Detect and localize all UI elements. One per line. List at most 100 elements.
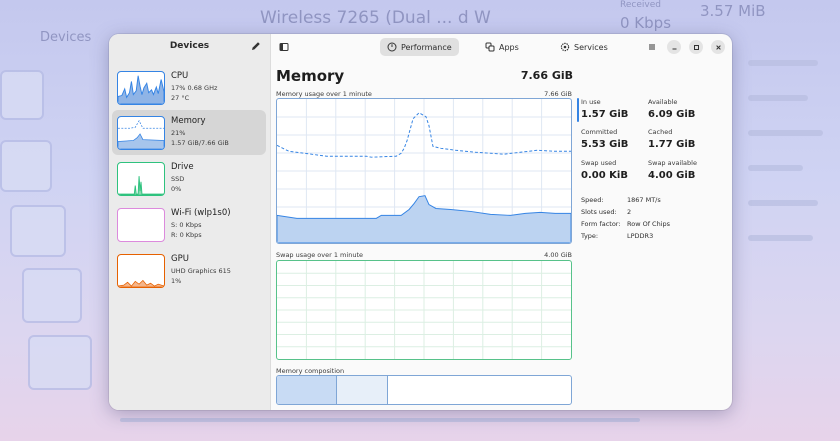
stat-swap-used: Swap used 0.00 KiB [581, 159, 649, 181]
background-line [120, 418, 640, 422]
stat-label: In use [581, 98, 601, 106]
background-line [748, 200, 818, 206]
detail-value: 1867 MT/s [627, 196, 661, 204]
memory-usage-max: 7.66 GiB [544, 90, 572, 98]
sidebar-item-memory[interactable]: Memory 21% 1.57 GiB/7.66 GiB [112, 110, 266, 155]
sidebar: Devices CPU 17% 0.68 GHz 27 °C Memory 21… [109, 34, 271, 410]
background-thumb [0, 140, 52, 192]
stat-label: Swap used [581, 159, 617, 167]
sidebar-item-name: Drive [171, 162, 194, 172]
edit-icon[interactable] [250, 40, 262, 52]
sidebar-item-detail: 17% 0.68 GHz [171, 84, 218, 92]
resources-window: Devices CPU 17% 0.68 GHz 27 °C Memory 21… [109, 34, 732, 410]
detail-value: 2 [627, 208, 632, 216]
sidebar-item-detail: 0% [171, 185, 182, 193]
sidebar-item-wifi[interactable]: Wi-Fi (wlp1s0) S: 0 Kbps R: 0 Kbps [112, 202, 266, 247]
sidebar-item-detail: UHD Graphics 615 [171, 267, 231, 275]
memory-total: 7.66 GiB [520, 69, 573, 82]
minimize-button[interactable] [667, 40, 681, 54]
cpu-thumbnail [117, 71, 165, 105]
hamburger-icon [649, 44, 655, 50]
detail-key: Type: [581, 232, 599, 240]
minimize-icon [672, 48, 676, 49]
stat-cached: Cached 1.77 GiB [648, 128, 716, 150]
swap-usage-caption: Swap usage over 1 minute [276, 251, 363, 259]
sidebar-item-name: Wi-Fi (wlp1s0) [171, 208, 231, 218]
detail-key: Speed: [581, 196, 604, 204]
main-menu-button[interactable] [643, 38, 661, 56]
sidebar-item-cpu[interactable]: CPU 17% 0.68 GHz 27 °C [112, 65, 266, 110]
stat-available: Available 6.09 GiB [648, 98, 716, 120]
composition-used [277, 376, 337, 404]
background-line [748, 60, 818, 66]
sidebar-item-detail: SSD [171, 175, 185, 183]
background-devices-label: Devices [40, 30, 92, 45]
in-use-indicator [577, 98, 579, 122]
background-thumb [28, 335, 92, 390]
sidebar-icon [279, 43, 289, 51]
detail-value: Row Of Chips [627, 220, 671, 228]
stat-label: Committed [581, 128, 618, 136]
detail-key: Form factor: [581, 220, 621, 228]
stat-label: Available [648, 98, 678, 106]
close-icon [715, 44, 721, 50]
stat-label: Swap available [648, 159, 697, 167]
detail-key: Slots used: [581, 208, 617, 216]
sidebar-item-detail: S: 0 Kbps [171, 221, 202, 229]
background-received-label: Received [620, 0, 661, 10]
sidebar-item-detail: 1.57 GiB/7.66 GiB [171, 139, 229, 147]
apps-icon [485, 42, 495, 52]
toggle-sidebar-button[interactable] [275, 38, 295, 56]
main-panel: Performance Apps Services Memory 7.66 Gi… [271, 34, 732, 410]
background-received-value: 0 Kbps [620, 14, 672, 32]
header-bar: Performance Apps Services [271, 34, 732, 60]
gpu-thumbnail [117, 254, 165, 288]
composition-cached [337, 376, 388, 404]
page-title: Memory [276, 67, 345, 85]
detail-value: LPDDR3 [627, 232, 654, 240]
tab-label: Performance [401, 42, 452, 52]
stat-committed: Committed 5.53 GiB [581, 128, 649, 150]
swap-usage-max: 4.00 GiB [544, 251, 572, 259]
swap-usage-graph [276, 260, 572, 360]
stat-label: Cached [648, 128, 673, 136]
stat-value: 0.00 KiB [581, 170, 628, 181]
sidebar-item-name: GPU [171, 254, 189, 264]
background-mem-value: 3.57 MiB [700, 2, 766, 20]
memory-thumbnail [117, 116, 165, 150]
tab-services[interactable]: Services [553, 38, 615, 56]
tab-label: Apps [499, 42, 519, 52]
close-button[interactable] [711, 40, 725, 54]
sidebar-item-detail: R: 0 Kbps [171, 231, 202, 239]
tab-apps[interactable]: Apps [478, 38, 526, 56]
sidebar-item-detail: 27 °C [171, 94, 190, 102]
stat-swap-available: Swap available 4.00 GiB [648, 159, 716, 181]
sidebar-header: Devices [109, 34, 270, 60]
gauge-icon [387, 42, 397, 52]
wifi-thumbnail [117, 208, 165, 242]
stat-value: 5.53 GiB [581, 139, 629, 150]
sidebar-item-name: Memory [171, 116, 206, 126]
memory-usage-caption: Memory usage over 1 minute [276, 90, 372, 98]
stat-value: 1.77 GiB [648, 139, 696, 150]
background-line [748, 165, 803, 171]
drive-thumbnail [117, 162, 165, 196]
background-line [748, 95, 808, 101]
sidebar-item-detail: 21% [171, 129, 186, 137]
background-thumb [0, 70, 44, 120]
gear-icon [560, 42, 570, 52]
sidebar-item-drive[interactable]: Drive SSD 0% [112, 156, 266, 201]
background-line [748, 235, 813, 241]
sidebar-title: Devices [169, 41, 210, 51]
stat-value: 4.00 GiB [648, 170, 696, 181]
memory-composition-caption: Memory composition [276, 367, 345, 375]
memory-usage-graph [276, 98, 572, 244]
background-line [748, 130, 823, 136]
maximize-icon [693, 44, 699, 50]
sidebar-item-gpu[interactable]: GPU UHD Graphics 615 1% [112, 248, 266, 293]
background-thumb [22, 268, 82, 323]
maximize-button[interactable] [689, 40, 703, 54]
stat-value: 1.57 GiB [581, 109, 629, 120]
tab-performance[interactable]: Performance [380, 38, 459, 56]
memory-composition-bar [276, 375, 572, 405]
